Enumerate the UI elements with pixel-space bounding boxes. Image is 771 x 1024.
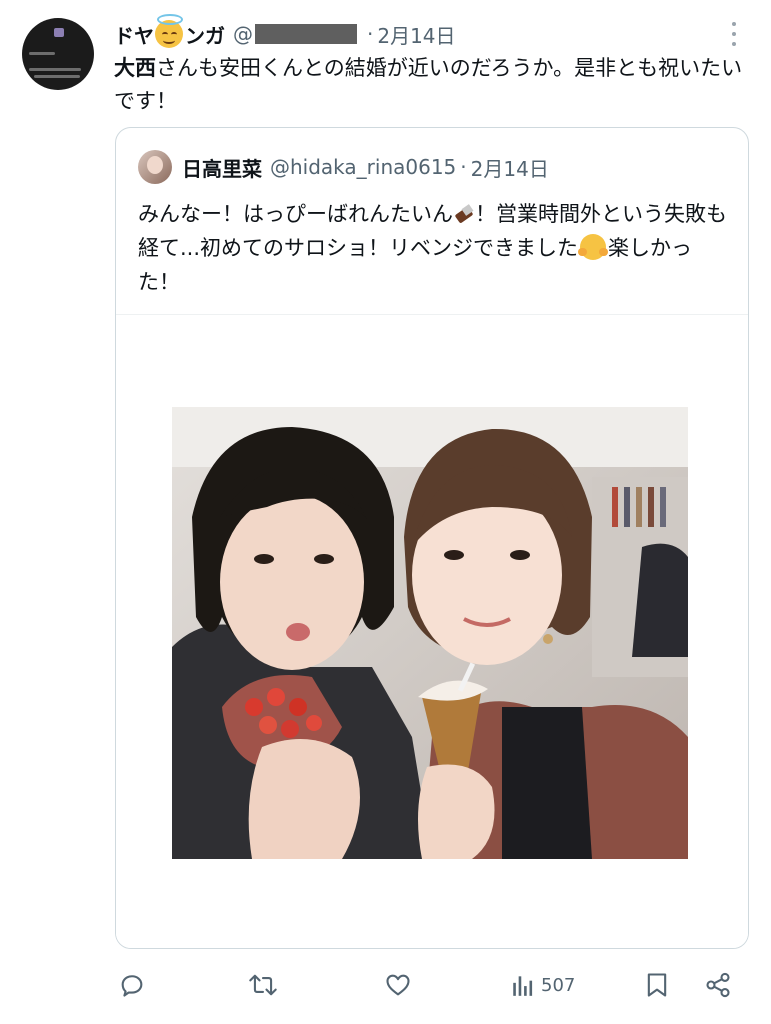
quoted-media[interactable] — [116, 314, 748, 948]
views-button[interactable]: 507 — [511, 960, 575, 1010]
photo-two-women-with-ice-cream[interactable] — [172, 407, 688, 859]
tweet-text-bold: 大西 — [114, 56, 156, 80]
handle-prefix: @ — [233, 22, 253, 46]
views-count: 507 — [541, 974, 576, 996]
user-avatar[interactable] — [22, 18, 94, 90]
chocolate-bar-icon — [454, 204, 474, 224]
avatar-text-graphic — [29, 52, 55, 55]
tweet-text: 大西さんも安田くんとの結婚が近いのだろうか。是非とも祝いたいです！ — [114, 52, 754, 118]
tweet[interactable]: ドヤ ンガ @ · 2月14日 大西さんも安田くんとの結婚が近いのだろうか。是非… — [0, 0, 771, 1024]
reply-icon — [121, 975, 143, 997]
photo-illustration — [172, 407, 688, 859]
tweet-header: ドヤ ンガ @ · 2月14日 — [114, 14, 456, 50]
retweet-icon — [249, 974, 277, 996]
avatar-text-graphic — [34, 75, 80, 78]
reply-button[interactable] — [118, 960, 146, 1010]
separator: · — [460, 155, 467, 179]
retweet-button[interactable] — [248, 960, 278, 1010]
display-name-part: ンガ — [185, 23, 225, 48]
quoted-user-name: 日高里菜 — [182, 156, 262, 181]
user-display-name[interactable]: ドヤ ンガ — [114, 14, 225, 49]
bookmark-button[interactable] — [644, 960, 670, 1010]
quoted-user-avatar — [138, 150, 172, 184]
smiling-face-with-halo-icon — [155, 14, 183, 48]
more-options-icon[interactable] — [724, 22, 744, 46]
quoted-tweet[interactable]: 日高里菜 @hidaka_rina0615 · 2月14日 みんなー！はっぴーば… — [115, 127, 749, 949]
share-button[interactable] — [704, 960, 732, 1010]
tweet-date[interactable]: 2月14日 — [377, 20, 455, 49]
display-name-part: ドヤ — [114, 23, 154, 48]
emoji-mouth — [163, 37, 175, 44]
quoted-text-part: みんなー！はっぴーばれんたいん — [138, 202, 453, 226]
avatar-badge-graphic — [54, 28, 64, 37]
redacted-handle — [255, 24, 357, 44]
bookmark-icon — [647, 973, 667, 997]
quoted-tweet-text: みんなー！はっぴーばれんたいん ！営業時間外という失敗も経て...初めてのサロショ… — [138, 197, 734, 299]
like-button[interactable] — [384, 960, 412, 1010]
tweet-text-rest: さんも安田くんとの結婚が近いのだろうか。是非とも祝いたいです！ — [114, 56, 743, 113]
user-handle[interactable]: @ — [233, 22, 363, 46]
share-icon — [706, 972, 730, 998]
action-bar: 507 — [0, 960, 771, 1010]
quoted-tweet-date: 2月14日 — [470, 156, 549, 181]
heart-icon — [386, 974, 410, 996]
quoted-user-handle: @hidaka_rina0615 — [270, 155, 457, 179]
hugging-face-icon — [578, 234, 609, 260]
quoted-tweet-header: 日高里菜 @hidaka_rina0615 · 2月14日 — [138, 148, 549, 186]
separator: · — [367, 22, 374, 46]
views-icon — [513, 976, 533, 996]
avatar-text-graphic — [29, 68, 81, 71]
